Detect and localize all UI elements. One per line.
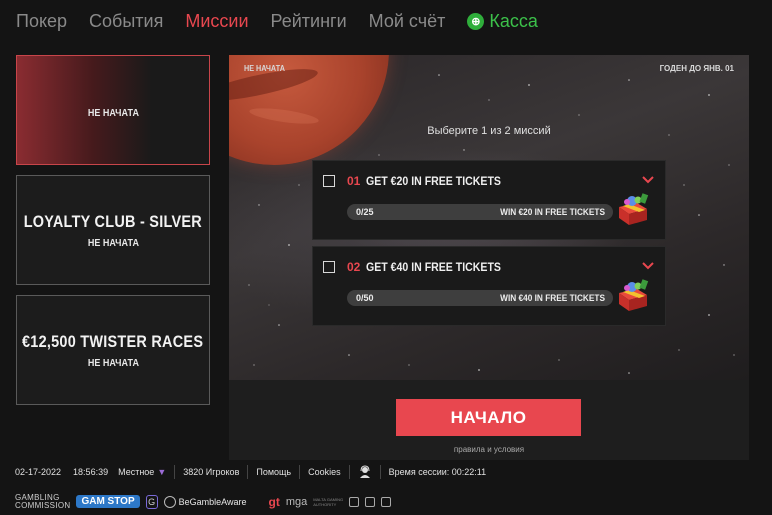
gamcare-logo[interactable]: G [145, 494, 158, 509]
nav-cashier-label: Касса [489, 10, 538, 31]
gambling-commission-logo[interactable]: GAMBLING COMMISSION [15, 493, 71, 510]
mission-2-progress-bar: 0/50 WIN €40 IN FREE TICKETS [347, 290, 613, 306]
mission-2-number: 02 [347, 260, 361, 274]
mission-detail-panel: НЕ НАЧАТА ГОДЕН ДО ЯНВ. 01 Выберите 1 из… [229, 55, 749, 460]
mission-1-checkbox[interactable] [323, 175, 335, 187]
divider [299, 465, 301, 479]
mga-subtitle: MALTA GAMING AUTHORITY [313, 497, 343, 507]
support-agent-icon[interactable] [358, 465, 372, 479]
start-button[interactable]: НАЧАЛО [396, 399, 581, 436]
gift-box-icon [619, 279, 649, 311]
mission-2-checkbox[interactable] [323, 261, 335, 273]
help-link[interactable]: Помощь [256, 467, 291, 477]
cookies-link[interactable]: Cookies [308, 467, 341, 477]
mission-card-status: НЕ НАЧАТА [87, 237, 139, 249]
divider [379, 465, 381, 479]
nav-my-account[interactable]: Мой счёт [369, 11, 446, 32]
nav-rankings[interactable]: Рейтинги [271, 11, 347, 32]
gift-box-icon [619, 193, 649, 225]
responsible-gaming-icon[interactable] [381, 496, 392, 507]
begambleaware-icon [163, 495, 176, 508]
mission-card-title: €12,500 TWISTER RACES [22, 331, 204, 351]
age-restriction-icon[interactable] [349, 496, 360, 507]
divider [348, 465, 350, 479]
chevron-down-icon: ▼ [157, 467, 167, 477]
mission-card-loyalty[interactable]: LOYALTY CLUB - SILVER НЕ НАЧАТА [16, 175, 210, 285]
gamstop-logo[interactable]: GAM STOP [76, 495, 140, 508]
status-date: 02-17-2022 [15, 467, 62, 477]
mga-sub-line2: AUTHORITY [313, 501, 337, 507]
nav-cashier[interactable]: ⊕ Касса [467, 11, 538, 32]
cashier-icon: ⊕ [467, 12, 485, 30]
mission-2-title: GET €40 IN FREE TICKETS [366, 260, 501, 274]
nav-poker[interactable]: Покер [16, 11, 67, 32]
mission-1-progress-text: 0/25 [356, 207, 374, 217]
certificate-icon[interactable] [365, 496, 376, 507]
chevron-down-icon[interactable] [641, 259, 655, 273]
mission-1-progress-bar: 0/25 WIN €20 IN FREE TICKETS [347, 204, 613, 220]
timezone-select[interactable]: Местное ▼ [118, 467, 166, 477]
divider [247, 465, 249, 479]
status-players: 3820 Игроков [183, 467, 240, 477]
mission-card-selected[interactable]: НЕ НАЧАТА [16, 55, 210, 165]
mission-card-status: НЕ НАЧАТА [87, 107, 139, 119]
mission-card-status: НЕ НАЧАТА [87, 357, 139, 369]
mga-sub-line1: MALTA GAMING [313, 496, 344, 502]
mission-1-number: 01 [347, 174, 361, 188]
timezone-label: Местное [118, 467, 155, 477]
session-time: Время сессии: 00:22:11 [388, 467, 487, 477]
nav-events[interactable]: События [89, 11, 163, 32]
begambleaware-label: BeGambleAware [178, 496, 247, 507]
mission-1-reward: WIN €20 IN FREE TICKETS [500, 207, 605, 217]
panel-deadline: ГОДЕН ДО ЯНВ. 01 [659, 64, 734, 73]
mission-2-reward: WIN €40 IN FREE TICKETS [500, 293, 605, 303]
mga-label: mga [285, 495, 308, 508]
mission-card-twister[interactable]: €12,500 TWISTER RACES НЕ НАЧАТА [16, 295, 210, 405]
begambleaware-logo[interactable]: BeGambleAware [163, 495, 247, 508]
mission-option-1[interactable]: 01 GET €20 IN FREE TICKETS 0/25 WIN €20 … [312, 160, 666, 240]
chevron-down-icon[interactable] [641, 173, 655, 187]
mission-1-title: GET €20 IN FREE TICKETS [366, 174, 501, 188]
mission-2-progress-text: 0/50 [356, 293, 374, 303]
gc-line2: COMMISSION [15, 500, 71, 510]
mga-logo[interactable]: mga [286, 496, 307, 508]
choose-mission-text: Выберите 1 из 2 миссий [427, 125, 551, 137]
divider [174, 465, 176, 479]
status-bar: 02-17-2022 18:56:39 Местное ▼ 3820 Игроко… [0, 462, 772, 482]
nav-missions[interactable]: Миссии [185, 11, 248, 32]
terms-link[interactable]: правила и условия [229, 445, 749, 454]
top-nav: Покер События Миссии Рейтинги Мой счёт ⊕… [0, 0, 772, 42]
footer-logos: GAMBLING COMMISSION GAM STOP G BeGambleA… [0, 488, 772, 515]
mission-card-title: LOYALTY CLUB - SILVER [23, 211, 203, 231]
panel-status: НЕ НАЧАТА [244, 64, 285, 73]
mission-option-2[interactable]: 02 GET €40 IN FREE TICKETS 0/50 WIN €40 … [312, 246, 666, 326]
gt-logo[interactable]: gt [268, 495, 279, 509]
status-time: 18:56:39 [73, 467, 109, 477]
